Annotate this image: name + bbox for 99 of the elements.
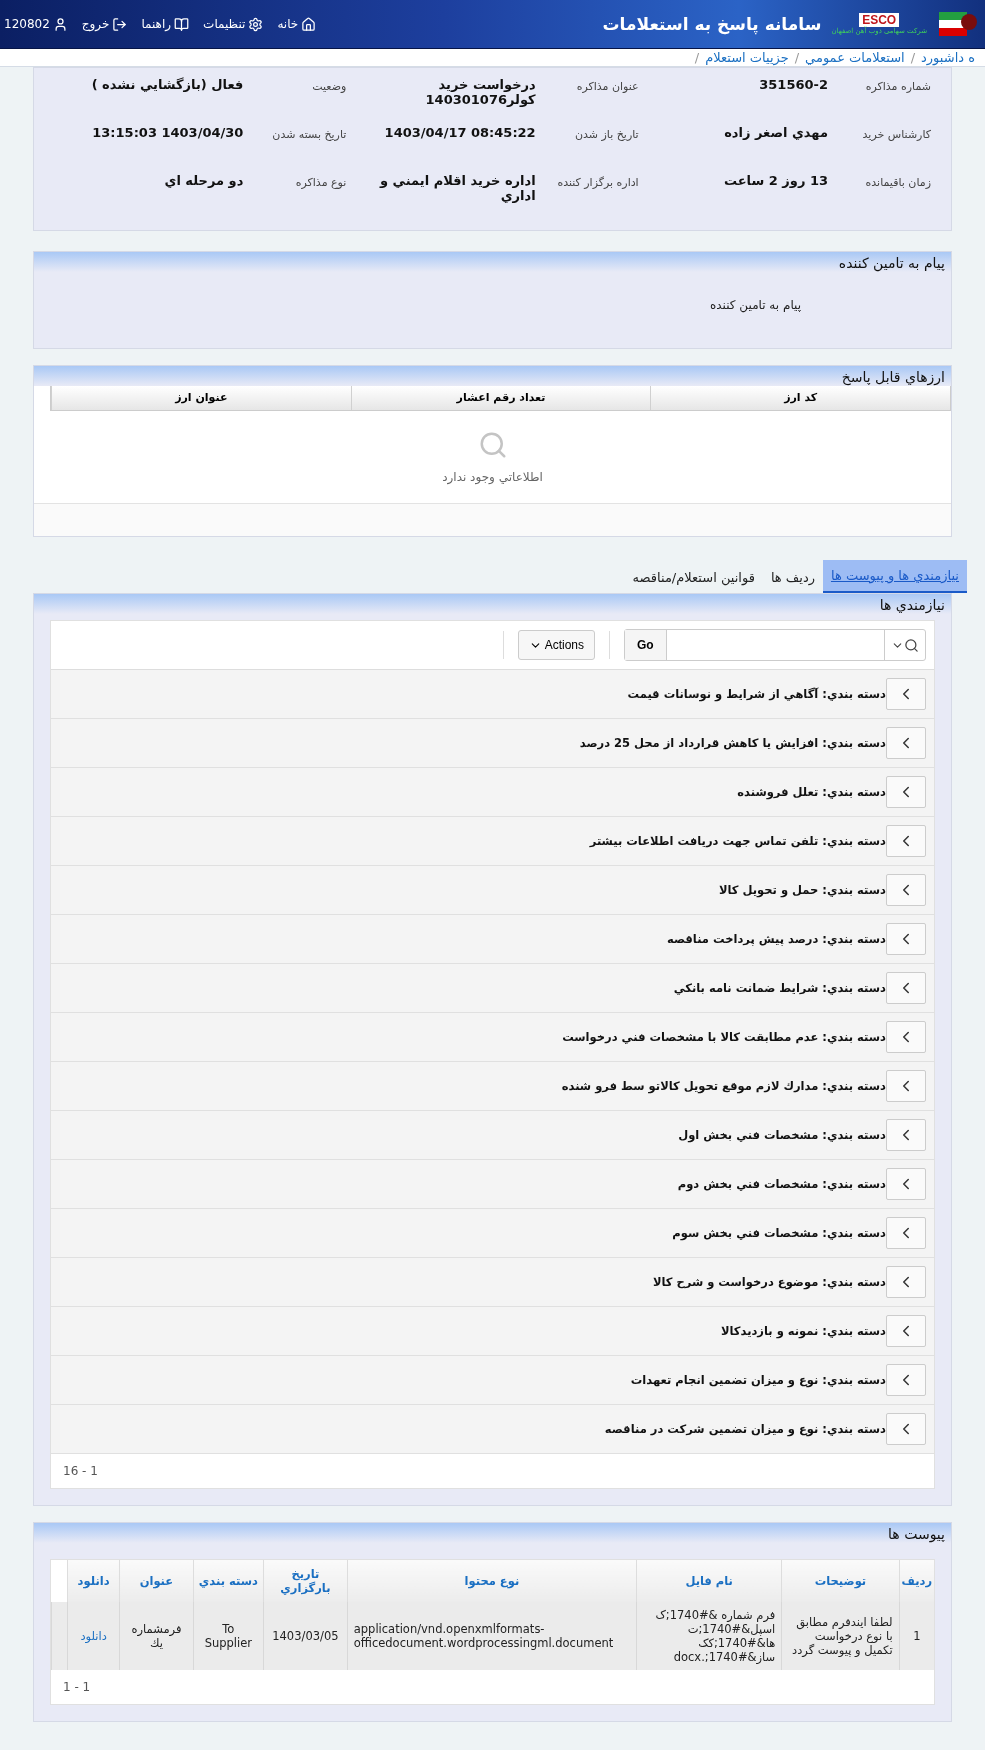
logo-text: ESCO [859, 13, 900, 27]
search-field[interactable]: Go [624, 629, 926, 661]
column-header[interactable]: توضيحات [781, 1560, 900, 1602]
table-cell: فرمشماره يك [119, 1602, 194, 1670]
app-title: سامانه پاسخ به استعلامات [602, 14, 822, 34]
panel-title: ارزهاي قابل پاسخ [34, 366, 951, 386]
logout-icon [112, 16, 128, 32]
group-heading: دسته بندي: تلفن تماس جهت دريافت اطلاعات بيشتر [589, 834, 886, 848]
column-header[interactable]: رديف [899, 1560, 934, 1602]
field-label: شماره مذاكره [864, 79, 931, 93]
column-header: عنوان ارز [51, 386, 351, 410]
expand-button[interactable] [886, 776, 926, 808]
field-label: وضعيت [311, 79, 347, 93]
group-heading: دسته بندي: عدم مطابقت كالا با مشخصات فني درخواست [562, 1030, 886, 1044]
tab[interactable]: نيازمندي ها و پيوست ها [822, 560, 967, 593]
panel-title: نيازمندي ها [34, 594, 951, 614]
expand-button[interactable] [886, 1413, 926, 1445]
field-label: نوع مذاكره [294, 175, 347, 189]
home-icon [301, 16, 317, 32]
panel-title: پيوست ها [34, 1523, 951, 1543]
table-cell: To Supplier [193, 1602, 264, 1670]
expand-button[interactable] [886, 825, 926, 857]
group-heading: دسته بندي: مشخصات فني بخش سوم [672, 1226, 886, 1240]
field-value: فعال (بازگشايي نشده ) [90, 77, 244, 93]
breadcrumb-link[interactable]: جزييات استعلام [705, 50, 789, 65]
field-label: كارشناس خريد [861, 127, 931, 141]
breadcrumb-link[interactable]: ه داشبورد [921, 50, 975, 65]
breadcrumb-separator: / [910, 50, 916, 65]
expand-button[interactable] [886, 727, 926, 759]
table-cell: 1403/03/05 [263, 1602, 348, 1670]
nav-link[interactable]: تنظيمات [203, 16, 264, 32]
expand-button[interactable] [886, 1266, 926, 1298]
column-header[interactable]: تاريخ بارگزاري [263, 1560, 348, 1602]
table-cell: 1 [899, 1602, 934, 1670]
go-button[interactable]: Go [625, 630, 667, 660]
field-value: اداره خريد اقلام ايمني و اداري [378, 173, 536, 203]
download-link[interactable]: دانلود [80, 1629, 107, 1643]
expand-button[interactable] [886, 1070, 926, 1102]
expand-button[interactable] [886, 1021, 926, 1053]
expand-button[interactable] [886, 678, 926, 710]
panel-title: پيام به تامين كننده [34, 252, 951, 272]
column-header[interactable]: عنوان [119, 1560, 194, 1602]
field-value: دو مرحله اي [163, 173, 244, 189]
nav-link[interactable]: خروج [81, 16, 128, 32]
expand-button[interactable] [886, 972, 926, 1004]
expand-button[interactable] [886, 1168, 926, 1200]
column-header[interactable]: دسته بندي [193, 1560, 264, 1602]
nav-link[interactable]: راهنما [141, 16, 190, 32]
table-cell: application/vnd.openxmlformats-officedocument.wordprocessingml.document [347, 1602, 637, 1670]
group-heading: دسته بندي: نمونه و بازديدكالا [720, 1324, 886, 1338]
group-heading: دسته بندي: افزايش يا كاهش قرارداد از محل 25 درصد [579, 736, 886, 750]
field-value: 1403/04/30 13:15:03 [91, 125, 244, 141]
nav-link[interactable]: خانه [277, 16, 317, 32]
column-header[interactable]: نوع محتوا [347, 1560, 637, 1602]
group-heading: دسته بندي: آگاهي از شرايط و نوسانات قيمت [627, 687, 886, 701]
group-heading: دسته بندي: درصد پيش پرداخت مناقصه [667, 932, 886, 946]
breadcrumb-separator: / [694, 50, 700, 65]
field-label: تاريخ بسته شدن [271, 127, 347, 141]
field-value: مهدي اصغر زاده [723, 125, 828, 141]
expand-button[interactable] [886, 1315, 926, 1347]
group-heading: دسته بندي: مدارك لازم موقع تحويل كالاتو سط فرو شنده [561, 1079, 886, 1093]
group-heading: دسته بندي: تعلل فروشنده [737, 785, 886, 799]
actions-button[interactable]: Actions [517, 630, 595, 660]
field-value: 13 روز 2 ساعت [722, 173, 828, 189]
field-value: 08:45:22 1403/04/17 [383, 125, 536, 141]
breadcrumb-separator: / [794, 50, 800, 65]
empty-message: اطلاعاتي وجود ندارد [442, 470, 543, 484]
column-header[interactable]: دانلود [67, 1560, 120, 1602]
field-value: 351560-2 [758, 77, 828, 93]
field-label: تاريخ باز شدن [574, 127, 639, 141]
tab[interactable]: قوانين استعلام/مناقصه [624, 562, 763, 593]
table-cell: لطفا ايندفرم مطابق با نوع درخواست تكميل و پيوست گردد [781, 1602, 900, 1670]
field-label: عنوان مذاكره [575, 79, 639, 95]
field-label: زمان باقيمانده [864, 175, 931, 189]
expand-button[interactable] [886, 1217, 926, 1249]
expand-button[interactable] [886, 1119, 926, 1151]
tab[interactable]: رديف ها [762, 562, 823, 593]
group-heading: دسته بندي: حمل و تحويل كالا [718, 883, 886, 897]
book-icon [174, 16, 190, 32]
column-header: تعداد رقم اعشار [350, 386, 651, 410]
column-header: كد ارز [650, 386, 950, 410]
expand-button[interactable] [886, 1364, 926, 1396]
group-heading: دسته بندي: نوع و ميزان تضمين شركت در مناقصه [604, 1422, 886, 1436]
settings-icon [248, 16, 264, 32]
group-heading: دسته بندي: مشخصات فني بخش اول [678, 1128, 886, 1142]
column-header[interactable]: نام فايل [636, 1560, 782, 1602]
table-cell: فرم شماره &#1740;ک اسپل&#1740;ت ها&#1740;کک ساز&#1740;.docx [636, 1602, 782, 1670]
field-value: درخواست خريد كولر140301076 [424, 77, 536, 107]
expand-button[interactable] [886, 874, 926, 906]
group-heading: دسته بندي: مشخصات فني بخش دوم [677, 1177, 886, 1191]
group-heading: دسته بندي: شرايط ضمانت نامه بانكي [673, 981, 886, 995]
field-label: اداره برگزار كننده [556, 175, 639, 191]
user-icon [52, 16, 68, 32]
nav-link[interactable]: 120802 [4, 16, 68, 32]
message-text: پيام به تامين كننده [709, 297, 802, 315]
group-heading: دسته بندي: نوع و ميزان تضمين انجام تعهدات [630, 1373, 886, 1387]
group-heading: دسته بندي: موضوع درخواست و شرح كالا [652, 1275, 886, 1289]
expand-button[interactable] [886, 923, 926, 955]
breadcrumb-link[interactable]: استعلامات عمومي [805, 50, 905, 65]
